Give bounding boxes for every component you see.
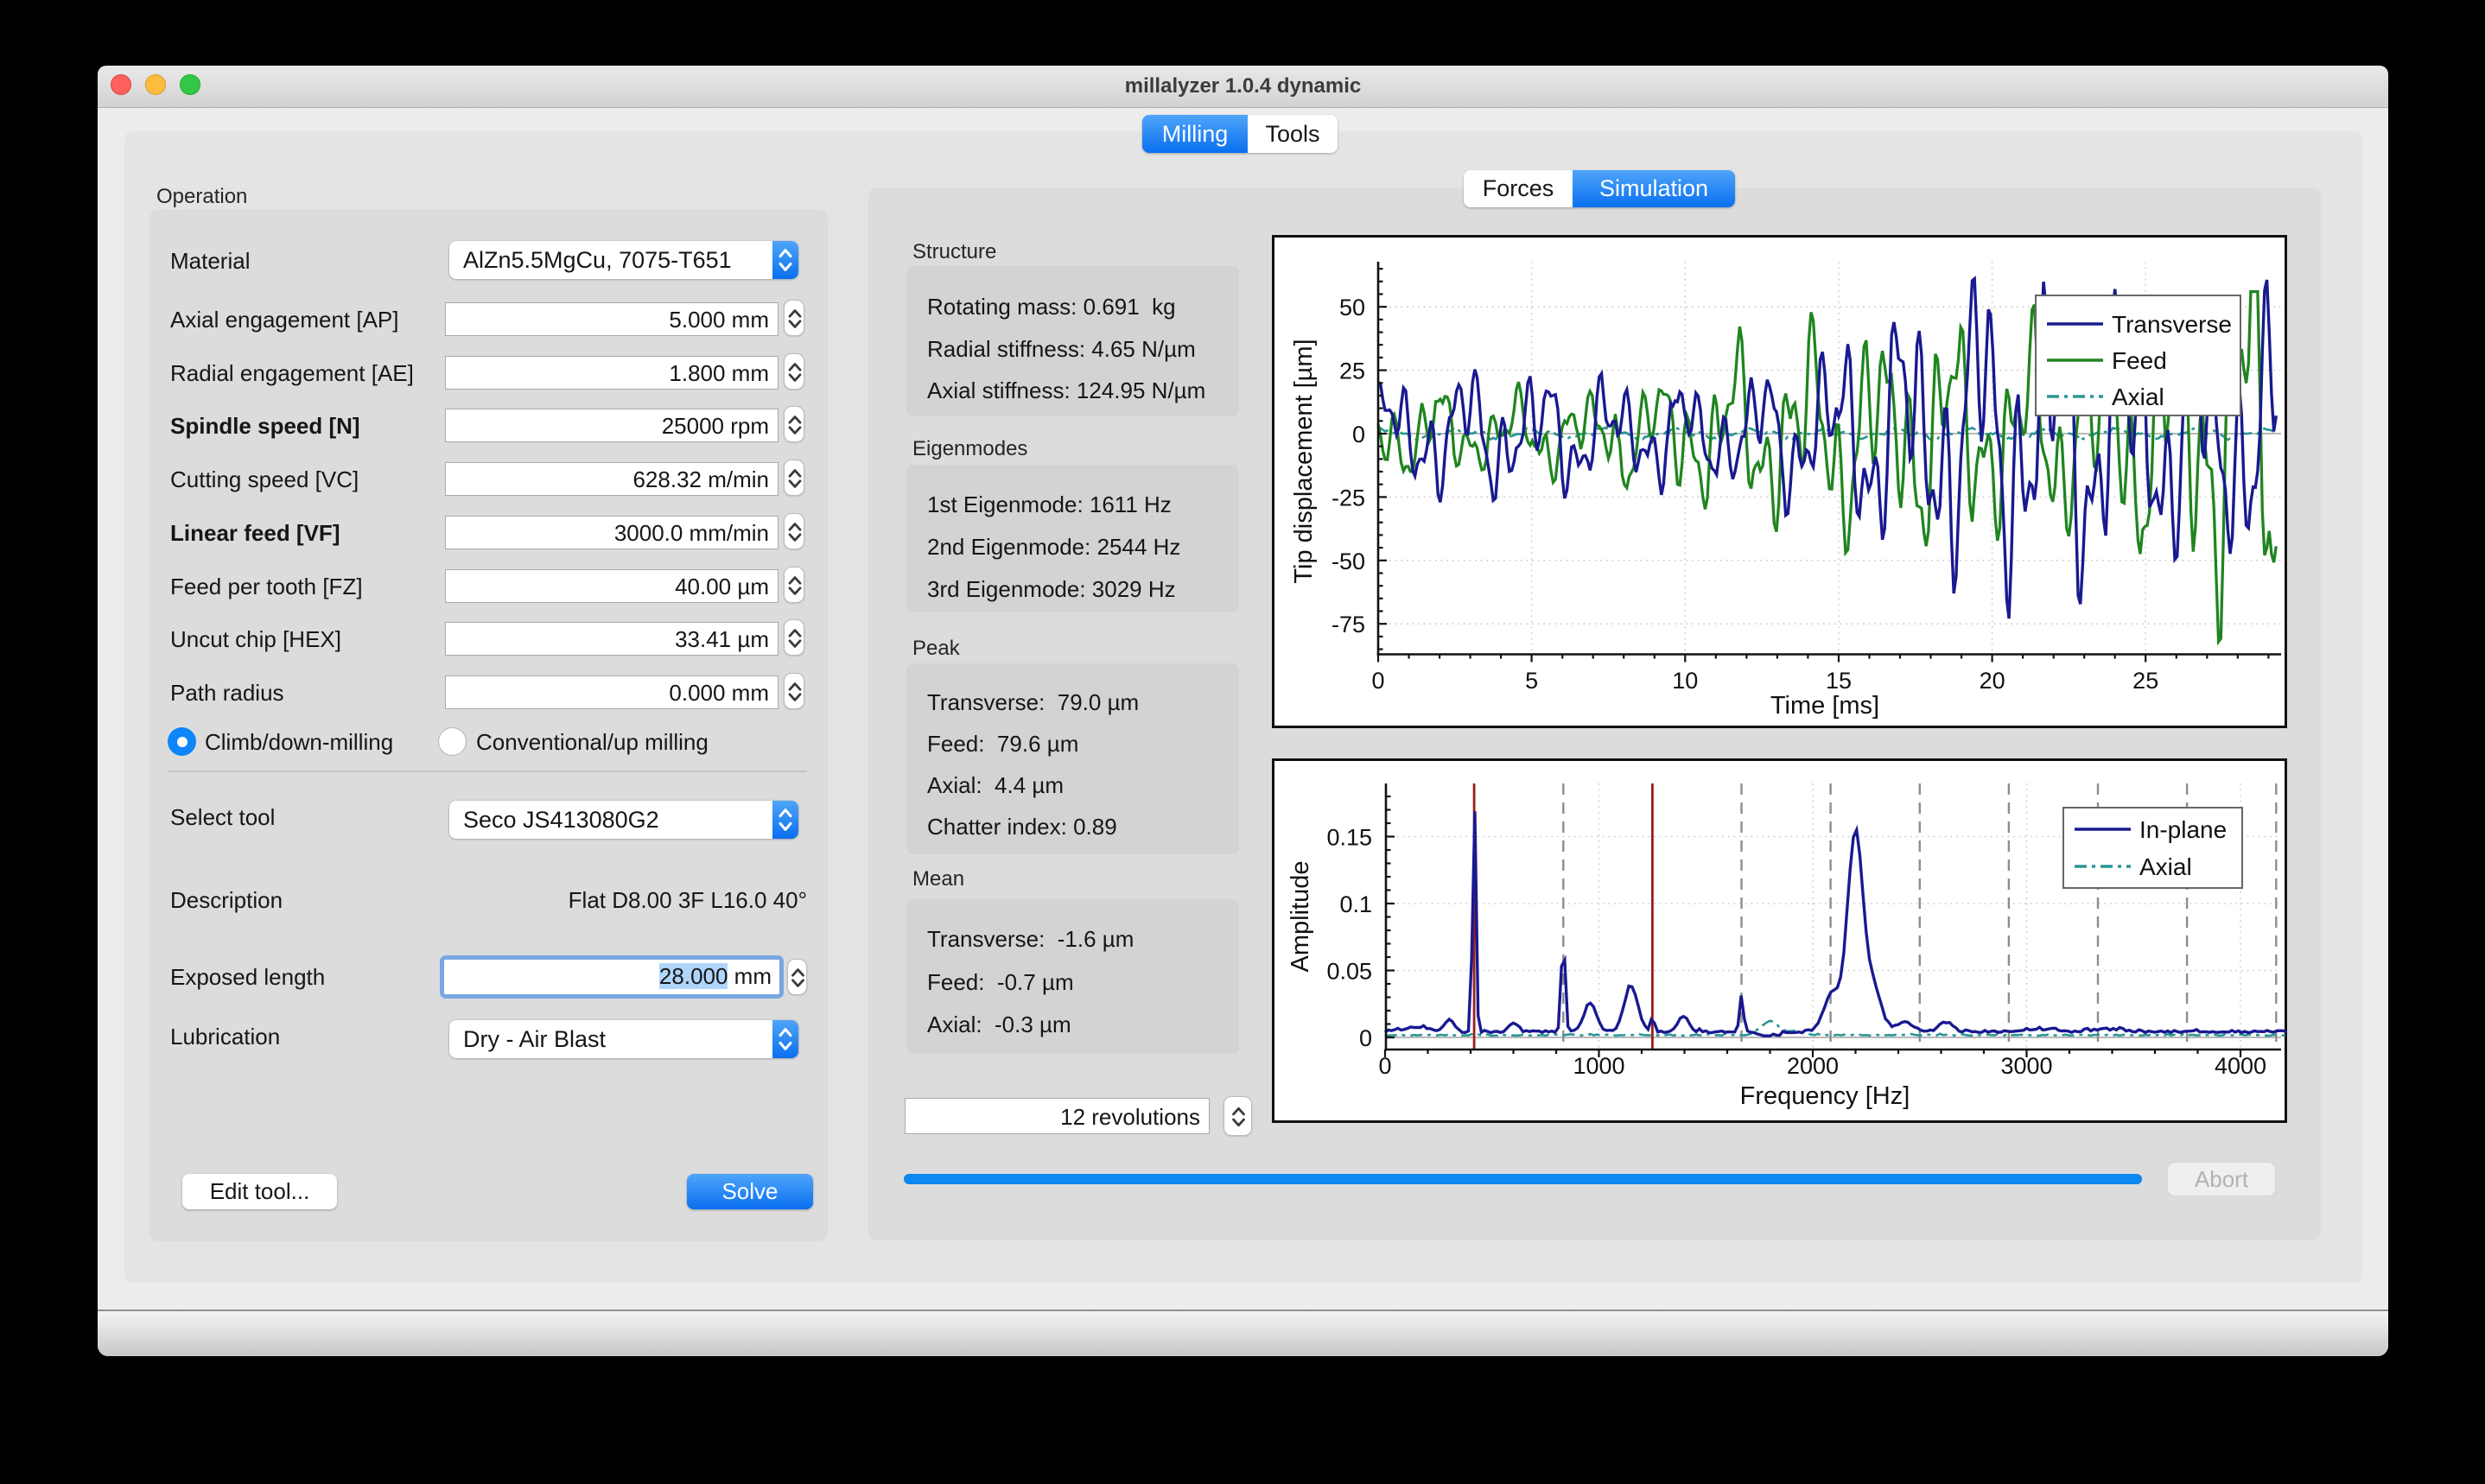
svg-text:Axial: Axial xyxy=(2112,384,2164,410)
svg-text:2000: 2000 xyxy=(1787,1053,1839,1079)
svg-text:Amplitude: Amplitude xyxy=(1287,861,1314,973)
svg-text:-75: -75 xyxy=(1331,612,1365,637)
svg-text:Axial: Axial xyxy=(2139,853,2192,880)
svg-text:0.1: 0.1 xyxy=(1339,891,1372,917)
svg-text:Time [ms]: Time [ms] xyxy=(1770,692,1879,720)
svg-text:1000: 1000 xyxy=(1573,1053,1624,1079)
svg-text:3000: 3000 xyxy=(2000,1053,2052,1079)
svg-text:10: 10 xyxy=(1672,668,1698,694)
svg-text:50: 50 xyxy=(1339,295,1365,320)
svg-text:20: 20 xyxy=(1980,668,2005,694)
svg-text:-25: -25 xyxy=(1331,485,1365,511)
svg-text:0: 0 xyxy=(1352,422,1365,447)
svg-text:Transverse: Transverse xyxy=(2112,311,2232,338)
svg-text:-50: -50 xyxy=(1331,549,1365,574)
svg-text:Feed: Feed xyxy=(2112,347,2167,374)
svg-text:Tip displacement [µm]: Tip displacement [µm] xyxy=(1290,339,1318,583)
svg-text:0: 0 xyxy=(1371,668,1384,694)
svg-text:25: 25 xyxy=(2132,668,2158,694)
svg-text:In-plane: In-plane xyxy=(2139,816,2227,843)
svg-text:15: 15 xyxy=(1826,668,1852,694)
svg-text:0.15: 0.15 xyxy=(1326,825,1372,851)
svg-text:25: 25 xyxy=(1339,358,1365,384)
svg-text:5: 5 xyxy=(1525,668,1538,694)
svg-text:0.05: 0.05 xyxy=(1326,959,1372,985)
svg-text:0: 0 xyxy=(1378,1053,1391,1079)
svg-text:4000: 4000 xyxy=(2215,1053,2266,1079)
svg-text:Frequency [Hz]: Frequency [Hz] xyxy=(1740,1082,1910,1110)
svg-text:0: 0 xyxy=(1359,1025,1372,1051)
